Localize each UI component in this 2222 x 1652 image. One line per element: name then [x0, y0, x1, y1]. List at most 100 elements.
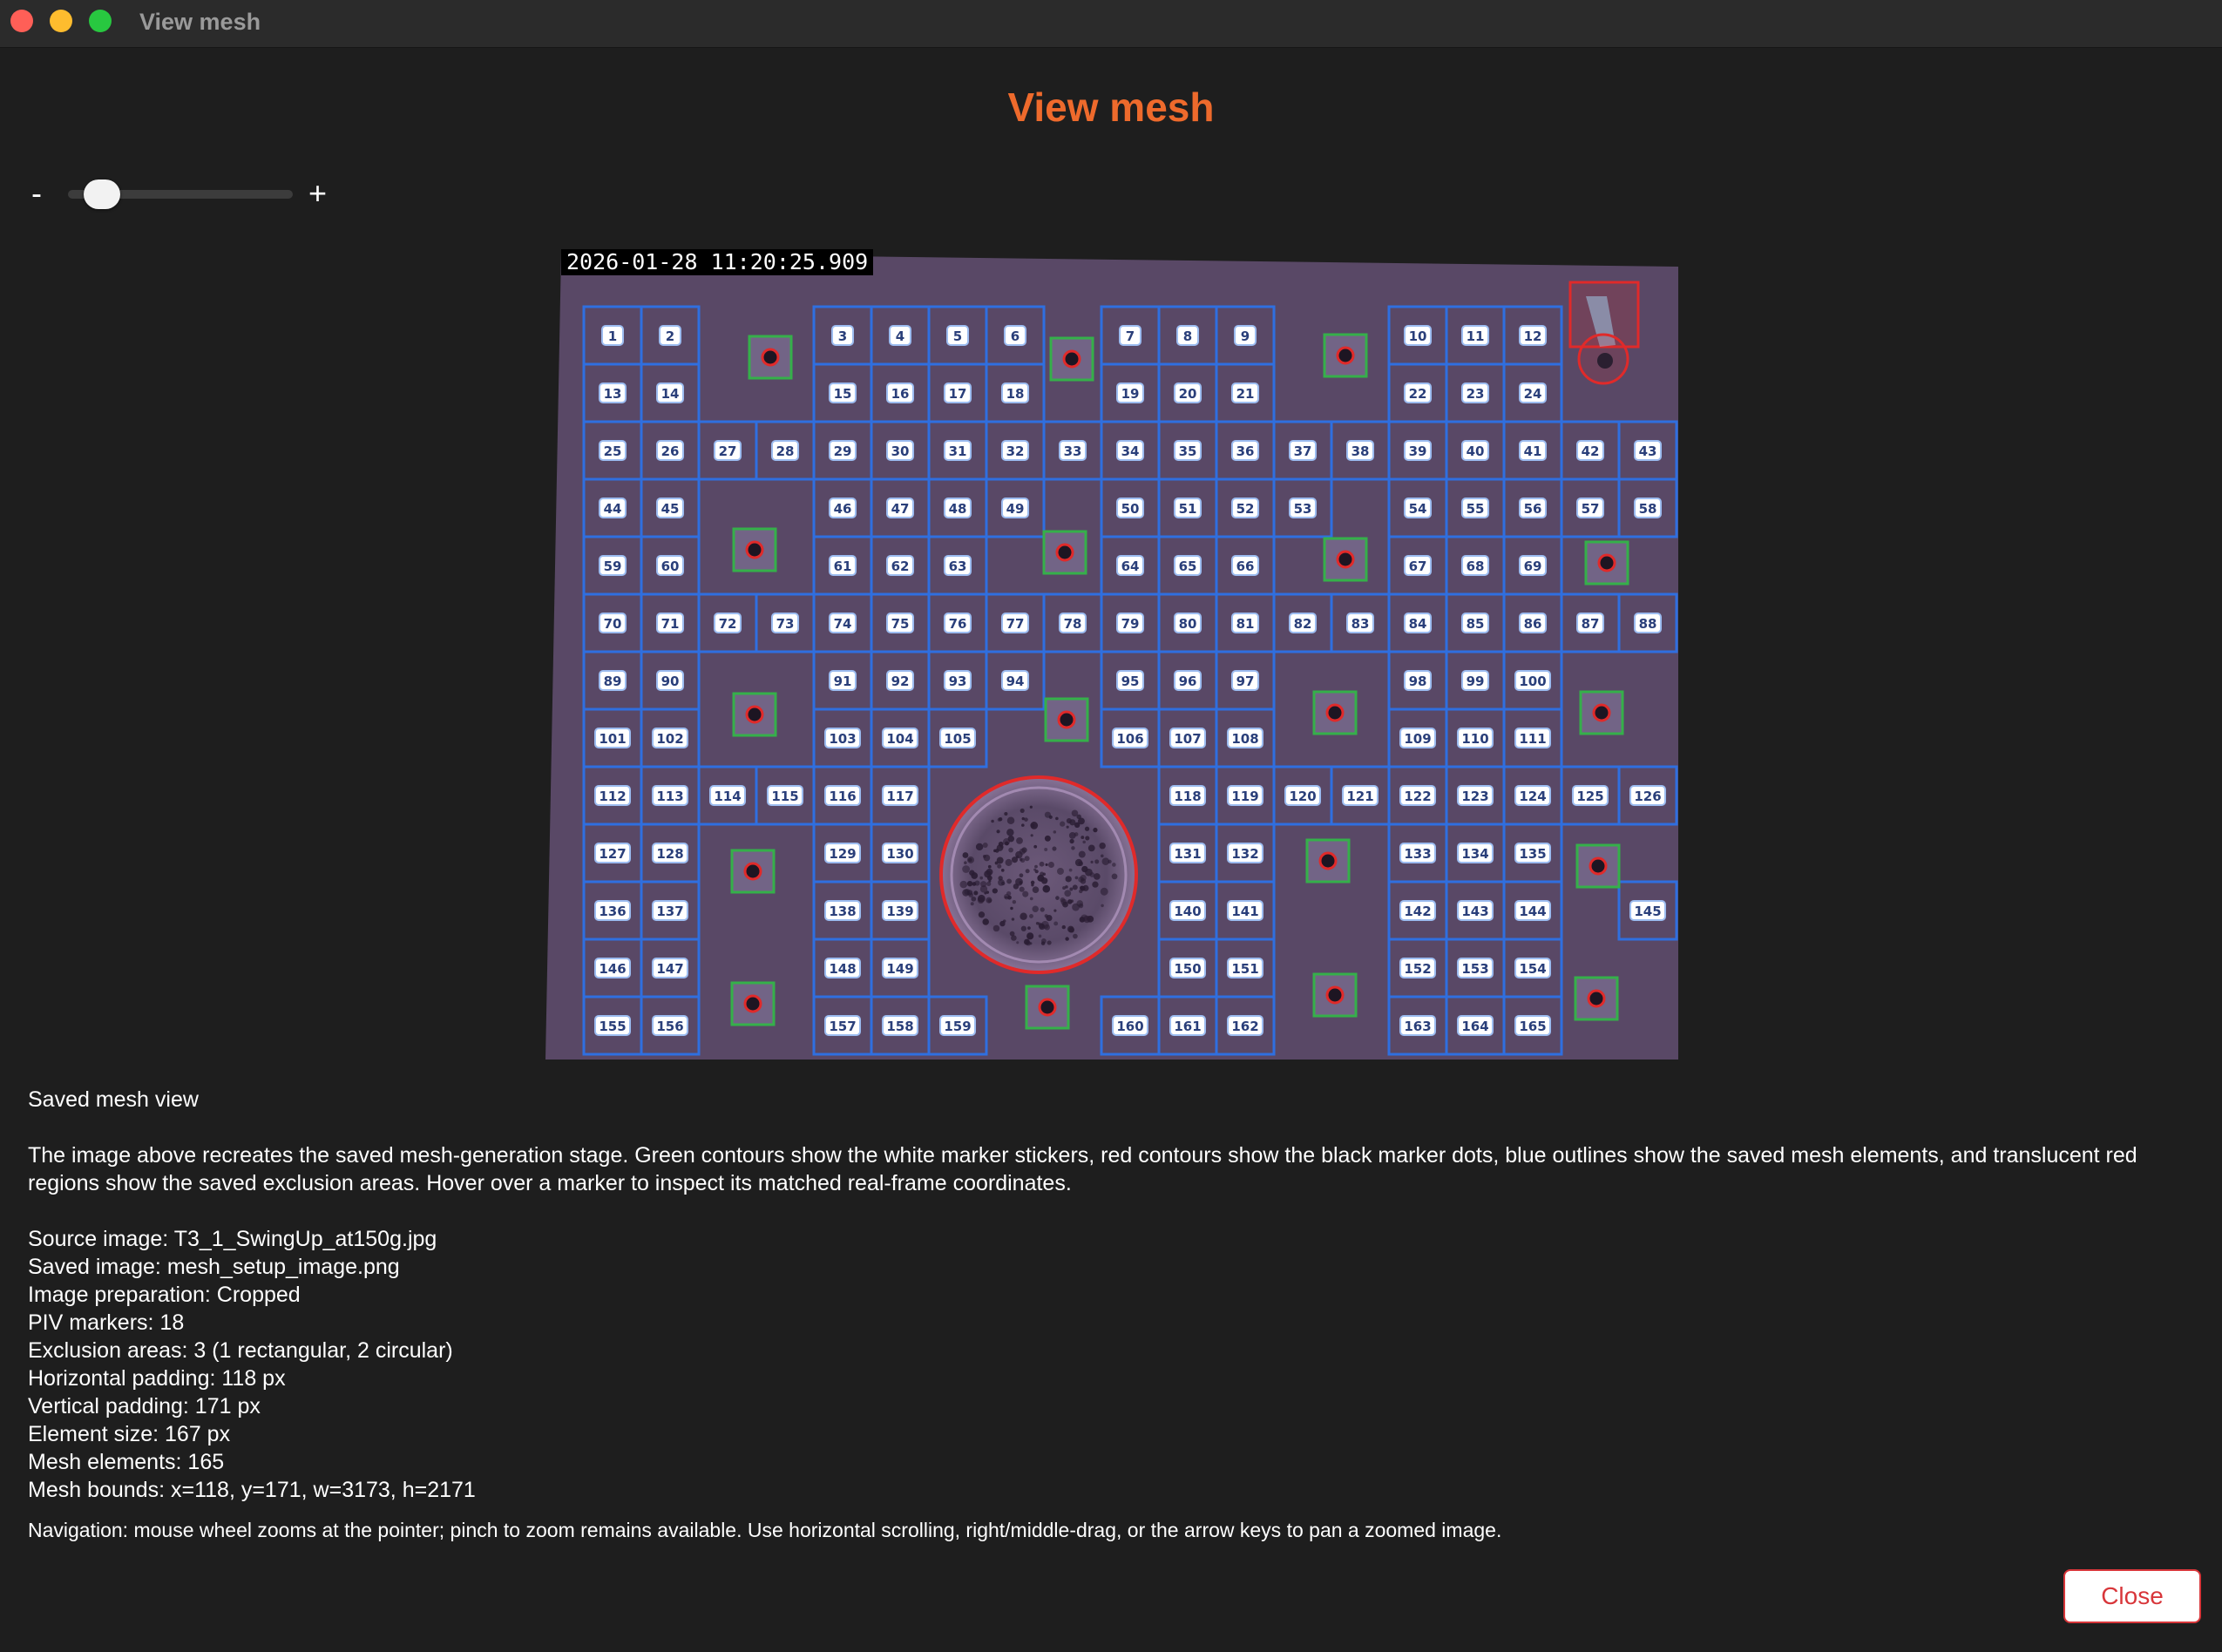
piv-marker[interactable]: [730, 981, 776, 1026]
mesh-label: 103: [829, 731, 856, 747]
dish-speckle: [1053, 909, 1057, 912]
piv-marker[interactable]: [1312, 690, 1358, 735]
mesh-label: 155: [599, 1019, 626, 1034]
mesh-label: 73: [776, 616, 795, 632]
piv-marker[interactable]: [1323, 333, 1368, 378]
mesh-label: 162: [1231, 1019, 1258, 1034]
mesh-label: 34: [1121, 443, 1140, 459]
dish-speckle: [962, 852, 969, 858]
piv-marker[interactable]: [1323, 537, 1368, 582]
petri-dish-exclusion: [939, 775, 1138, 974]
dish-speckle: [1019, 857, 1023, 862]
mesh-label: 129: [829, 846, 856, 862]
piv-marker[interactable]: [1575, 843, 1621, 889]
mesh-label: 161: [1174, 1019, 1201, 1034]
dish-speckle: [1080, 874, 1087, 882]
marker-dot-contour: [1325, 703, 1345, 722]
piv-marker[interactable]: [730, 849, 776, 894]
dish-speckle: [1052, 846, 1057, 851]
detail-image-preparation: Image preparation: Cropped: [28, 1283, 301, 1307]
dish-speckle: [1006, 816, 1015, 825]
dish-speckle: [1006, 829, 1014, 836]
mesh-label: 12: [1524, 328, 1542, 344]
mesh-label: 99: [1467, 674, 1485, 689]
piv-marker[interactable]: [1049, 336, 1094, 382]
dish-speckle: [1026, 932, 1034, 940]
dish-speckle: [1099, 842, 1106, 850]
mesh-label: 130: [886, 846, 913, 862]
mesh-label: 128: [656, 846, 683, 862]
mesh-label: 92: [891, 674, 910, 689]
dish-speckle: [1055, 816, 1059, 821]
dish-speckle: [1022, 890, 1029, 897]
piv-marker[interactable]: [1042, 530, 1087, 575]
mesh-label: 25: [604, 443, 622, 459]
dish-speckle: [1042, 872, 1047, 877]
dish-speckle: [964, 889, 971, 896]
dish-speckle: [1090, 860, 1094, 863]
piv-marker[interactable]: [1574, 976, 1619, 1021]
piv-marker[interactable]: [1579, 690, 1624, 735]
dish-speckle: [982, 843, 988, 848]
mesh-label: 91: [834, 674, 852, 689]
piv-marker[interactable]: [732, 692, 777, 737]
mesh-label: 40: [1467, 443, 1485, 459]
mesh-label: 14: [661, 386, 680, 402]
dish-speckle: [984, 891, 987, 895]
marker-dot-contour: [1318, 851, 1338, 870]
dish-speckle: [1069, 887, 1074, 891]
mesh-label: 121: [1346, 789, 1373, 804]
mesh-label: 62: [891, 559, 910, 574]
dish-speckle: [998, 841, 1004, 847]
zoom-window-icon[interactable]: [89, 10, 112, 32]
dish-speckle: [1085, 868, 1093, 877]
marker-dot-contour: [1062, 349, 1081, 369]
mesh-label: 17: [949, 386, 967, 402]
close-button[interactable]: Close: [2063, 1569, 2201, 1623]
dish-speckle: [1044, 835, 1051, 842]
dish-speckle: [1015, 850, 1023, 859]
mesh-label: 28: [776, 443, 795, 459]
dish-speckle: [1029, 913, 1033, 918]
mesh-label: 53: [1294, 501, 1312, 517]
close-window-icon[interactable]: [10, 10, 33, 32]
mesh-label: 133: [1404, 846, 1431, 862]
dish-speckle: [1020, 808, 1025, 813]
dish-speckle: [1093, 827, 1098, 833]
mesh-label: 80: [1179, 616, 1197, 632]
dish-speckle: [986, 875, 992, 881]
mesh-label: 24: [1524, 386, 1542, 402]
piv-marker[interactable]: [1025, 985, 1070, 1030]
mesh-label: 69: [1524, 559, 1542, 574]
mesh-label: 81: [1236, 616, 1255, 632]
marker-dot-contour: [743, 994, 762, 1013]
mesh-label: 140: [1174, 904, 1201, 919]
dish-speckle: [1065, 937, 1069, 941]
mesh-label: 1: [608, 328, 617, 344]
dish-speckle: [1006, 878, 1013, 884]
dish-speckle: [1008, 847, 1013, 853]
piv-marker[interactable]: [1312, 972, 1358, 1018]
mesh-label: 117: [886, 789, 913, 804]
marker-dot-contour: [1055, 543, 1074, 562]
zoom-slider-thumb[interactable]: [83, 179, 120, 209]
dish-speckle: [1024, 817, 1028, 822]
dish-speckle: [997, 863, 1002, 869]
piv-marker[interactable]: [1584, 540, 1629, 586]
dish-speckle: [1074, 858, 1083, 867]
mesh-label: 8: [1183, 328, 1192, 344]
mesh-label: 42: [1582, 443, 1600, 459]
mesh-label: 136: [599, 904, 626, 919]
dish-speckle: [1029, 897, 1033, 901]
marker-dot-contour: [743, 862, 762, 881]
minimize-window-icon[interactable]: [50, 10, 72, 32]
piv-marker[interactable]: [1305, 838, 1351, 884]
piv-marker[interactable]: [732, 527, 777, 572]
mesh-label: 63: [949, 559, 967, 574]
piv-marker[interactable]: [748, 335, 793, 380]
marker-dot-contour: [1057, 710, 1076, 729]
dish-speckle: [1072, 884, 1078, 890]
piv-marker[interactable]: [1044, 697, 1089, 742]
mesh-image-viewer[interactable]: 1 2 3 4 5 6 7 8 9 10 11 1213 14 15 16 17 18 19 20 21 22 23 242…: [540, 249, 1683, 1060]
mesh-label: 51: [1179, 501, 1197, 517]
